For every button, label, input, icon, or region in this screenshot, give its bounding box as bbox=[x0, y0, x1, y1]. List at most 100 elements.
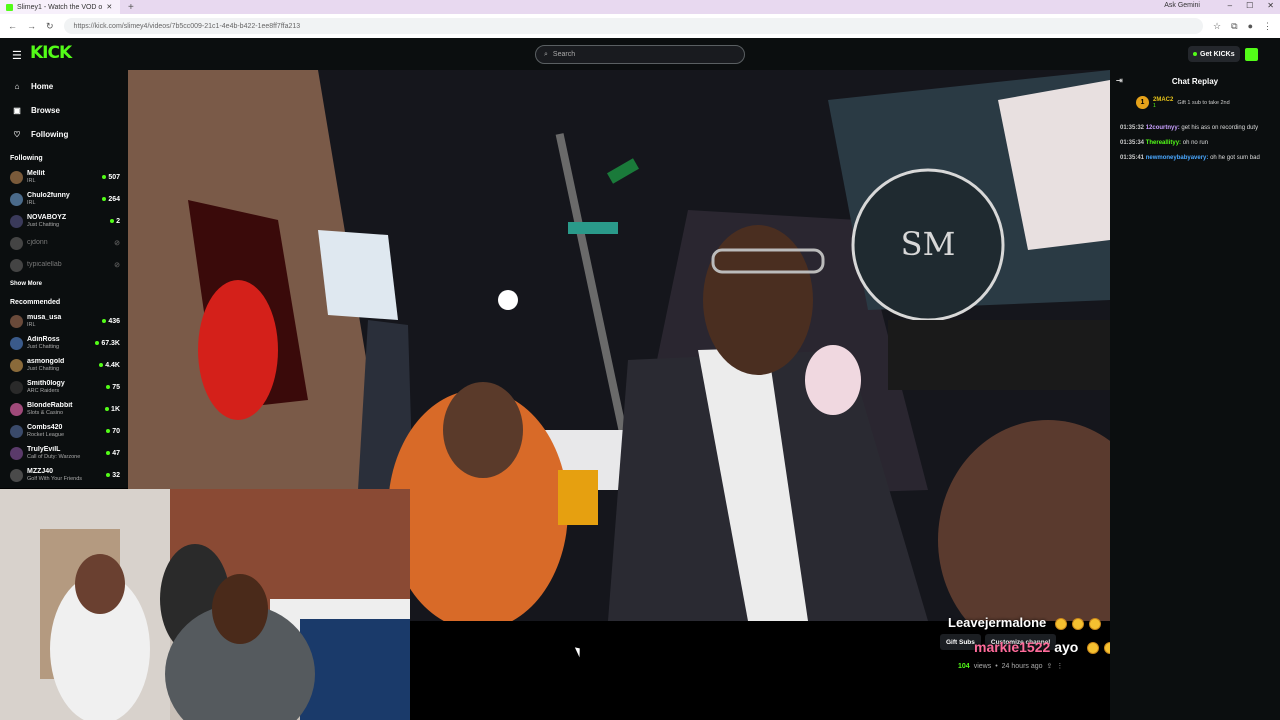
message-time: 01:35:32 bbox=[1120, 125, 1145, 131]
forward-icon[interactable]: → bbox=[27, 21, 36, 31]
channel-category: Just Chatting bbox=[27, 343, 60, 350]
bookmark-star-icon[interactable]: ☆ bbox=[1213, 21, 1221, 32]
viewer-count: 47 bbox=[106, 450, 120, 457]
channel-item[interactable]: MZZJ40 Golf With Your Friends 32 bbox=[0, 464, 128, 486]
channel-avatar bbox=[10, 468, 23, 482]
channel-item[interactable]: AdinRoss Just Chatting 67.3K bbox=[0, 332, 128, 354]
message-text: oh no run bbox=[1182, 140, 1209, 146]
channel-item[interactable]: TrulyEvilL Call of Duty: Warzone 47 bbox=[0, 442, 128, 464]
share-icon[interactable]: ⇪ bbox=[1047, 662, 1053, 670]
viewer-number: 2 bbox=[116, 217, 120, 225]
svg-text:SM: SM bbox=[901, 225, 956, 263]
pinned-gift[interactable]: 1 2MAC2 1 Gift 1 sub to take 2nd bbox=[1110, 92, 1280, 109]
channel-item[interactable]: musa_usa IRL 436 bbox=[0, 310, 128, 332]
channel-item[interactable]: Smith0logy ARC Raiders 75 bbox=[0, 376, 128, 398]
channel-category: IRL bbox=[27, 177, 36, 184]
message-text: oh he got sum bad bbox=[1210, 155, 1260, 161]
browser-tab[interactable]: Slimey1 - Watch the VOD o ✕ bbox=[0, 0, 120, 14]
collapse-chat-icon[interactable]: ⇥ bbox=[1116, 76, 1123, 85]
nav-label: Browse bbox=[31, 105, 60, 115]
hamburger-menu-icon[interactable]: ☰ bbox=[12, 49, 22, 62]
user-avatar[interactable] bbox=[1245, 48, 1258, 61]
channel-avatar bbox=[10, 358, 23, 372]
channel-name: musa_usa bbox=[27, 313, 62, 321]
browser-toolbar-icons: ☆ ⧉ ● ⋮ bbox=[1213, 21, 1272, 32]
channel-item[interactable]: BlondeRabbit Slots & Casino 1K bbox=[0, 398, 128, 420]
more-options-icon[interactable]: ⋮ bbox=[1056, 662, 1063, 670]
close-tab-icon[interactable]: ✕ bbox=[106, 3, 112, 11]
search-input[interactable]: ⌕ Search bbox=[535, 45, 745, 64]
views-count: 104 bbox=[958, 662, 970, 670]
channel-avatar bbox=[10, 236, 23, 250]
show-more-button[interactable]: Show More bbox=[0, 276, 128, 290]
channel-avatar bbox=[10, 424, 23, 438]
viewer-number: 70 bbox=[112, 427, 120, 435]
url-field[interactable]: https://kick.com/slimey4/videos/7b5cc009… bbox=[63, 18, 1204, 34]
menu-dots-icon[interactable]: ⋮ bbox=[1263, 21, 1272, 32]
viewer-count: 2 bbox=[110, 218, 120, 225]
chat-messages: 01:35:32 12courtnyy: get his ass on reco… bbox=[1110, 109, 1280, 163]
chat-header: ⇥ Chat Replay bbox=[1110, 70, 1280, 92]
channel-avatar bbox=[10, 314, 23, 328]
offline-icon: ⊘ bbox=[114, 262, 120, 269]
webcam-overlay bbox=[0, 489, 410, 720]
channel-name: Smith0logy bbox=[27, 379, 65, 387]
channel-avatar bbox=[10, 192, 23, 206]
channel-category: Slots & Casino bbox=[27, 409, 64, 416]
channel-name: BlondeRabbit bbox=[27, 401, 73, 409]
channel-category: Just Chatting bbox=[27, 221, 60, 228]
close-window-icon[interactable]: ✕ bbox=[1267, 1, 1274, 10]
channel-avatar bbox=[10, 446, 23, 460]
minimize-icon[interactable]: – bbox=[1228, 1, 1232, 10]
message-time: 01:35:34 bbox=[1120, 140, 1145, 146]
viewer-number: 67.3K bbox=[101, 339, 120, 347]
maximize-icon[interactable]: ☐ bbox=[1246, 1, 1253, 10]
channel-avatar bbox=[10, 214, 23, 228]
video-age: 24 hours ago bbox=[1001, 662, 1043, 670]
viewer-number: 436 bbox=[108, 317, 120, 325]
back-icon[interactable]: ← bbox=[8, 21, 17, 31]
profile-icon[interactable]: ● bbox=[1248, 21, 1253, 32]
live-dot-icon bbox=[99, 363, 104, 367]
channel-avatar bbox=[10, 402, 23, 416]
nav-browse[interactable]: ▣ Browse bbox=[0, 98, 128, 122]
channel-category: Rocket League bbox=[27, 431, 64, 438]
channel-name: cjdonn bbox=[27, 239, 48, 246]
viewer-count: 507 bbox=[102, 174, 120, 181]
live-dot-icon bbox=[106, 429, 111, 433]
channel-name: Mellit bbox=[27, 169, 45, 177]
browse-icon: ▣ bbox=[13, 105, 21, 115]
following-section-title: Following bbox=[10, 155, 43, 162]
search-placeholder: Search bbox=[552, 51, 576, 58]
message-user[interactable]: newmoneybabyavery: bbox=[1146, 155, 1209, 161]
channel-name: MZZJ40 bbox=[27, 467, 54, 475]
new-tab-button[interactable]: + bbox=[128, 2, 134, 13]
channel-item[interactable]: Chulo2funny IRL 264 bbox=[0, 188, 128, 210]
viewer-count: 4.4K bbox=[99, 362, 120, 369]
live-dot-icon bbox=[106, 473, 111, 477]
reload-icon[interactable]: ↻ bbox=[46, 21, 54, 32]
home-icon: ⌂ bbox=[14, 81, 20, 91]
channel-avatar bbox=[10, 170, 23, 184]
channel-category: Call of Duty: Warzone bbox=[27, 453, 81, 460]
channel-item[interactable]: Mellit IRL 507 bbox=[0, 166, 128, 188]
channel-item[interactable]: cjdonn ⊘ bbox=[0, 232, 128, 254]
kick-logo[interactable]: KICK bbox=[30, 43, 72, 63]
ask-gemini-button[interactable]: Ask Gemini bbox=[1164, 2, 1200, 9]
message-user[interactable]: 12courtnyy: bbox=[1146, 125, 1180, 131]
offline-icon: ⊘ bbox=[114, 240, 120, 247]
get-kicks-button[interactable]: Get KICKs bbox=[1188, 46, 1240, 62]
meta-separator: • bbox=[995, 662, 998, 670]
channel-item[interactable]: asmongold Just Chatting 4.4K bbox=[0, 354, 128, 376]
channel-item[interactable]: Combs420 Rocket League 70 bbox=[0, 420, 128, 442]
chat-message: 01:35:41 newmoneybabyavery: oh he got su… bbox=[1120, 153, 1270, 163]
channel-item[interactable]: typicalellab ⊘ bbox=[0, 254, 128, 276]
get-kicks-label: Get KICKs bbox=[1200, 50, 1235, 58]
nav-following[interactable]: ♡ Following bbox=[0, 122, 128, 146]
message-user[interactable]: Thereallityy: bbox=[1146, 140, 1181, 146]
chat-message: 01:35:34 Thereallityy: oh no run bbox=[1120, 138, 1270, 148]
nav-home[interactable]: ⌂ Home bbox=[0, 74, 128, 98]
extensions-icon[interactable]: ⧉ bbox=[1231, 21, 1237, 32]
channel-item[interactable]: NOVABOYZ Just Chatting 2 bbox=[0, 210, 128, 232]
viewer-number: 1K bbox=[111, 405, 120, 413]
